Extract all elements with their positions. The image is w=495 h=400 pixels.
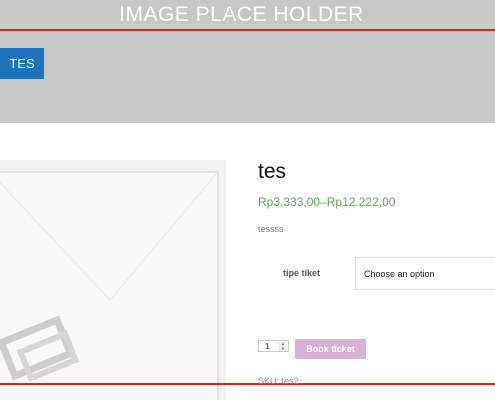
bottom-guide-line bbox=[0, 383, 495, 385]
top-guide-line bbox=[0, 29, 495, 31]
quantity-value: 1 bbox=[265, 341, 270, 351]
product-title: tes bbox=[258, 160, 287, 183]
quantity-spinner[interactable]: ▲ ▼ bbox=[279, 342, 287, 351]
header-banner: IMAGE PLACE HOLDER TES bbox=[0, 0, 495, 123]
book-ticket-button[interactable]: Book ticket bbox=[295, 339, 366, 359]
image-placeholder-icon bbox=[0, 160, 226, 400]
quantity-stepper[interactable]: 1 ▲ ▼ bbox=[258, 340, 289, 352]
product-sku: SKU: tes2 bbox=[258, 376, 299, 386]
product-image[interactable] bbox=[0, 160, 226, 400]
variation-label: tipe tiket bbox=[283, 268, 321, 278]
variation-select[interactable]: Choose an option bbox=[355, 257, 495, 290]
product-price: Rp3.333,00–Rp12.222,00 bbox=[258, 195, 396, 209]
product-description: tessss bbox=[258, 224, 284, 234]
tes-category-tag[interactable]: TES bbox=[0, 48, 44, 79]
variation-select-value: Choose an option bbox=[364, 268, 435, 279]
image-placeholder-text: IMAGE PLACE HOLDER bbox=[119, 3, 364, 26]
chevron-down-icon[interactable]: ▼ bbox=[279, 346, 287, 351]
